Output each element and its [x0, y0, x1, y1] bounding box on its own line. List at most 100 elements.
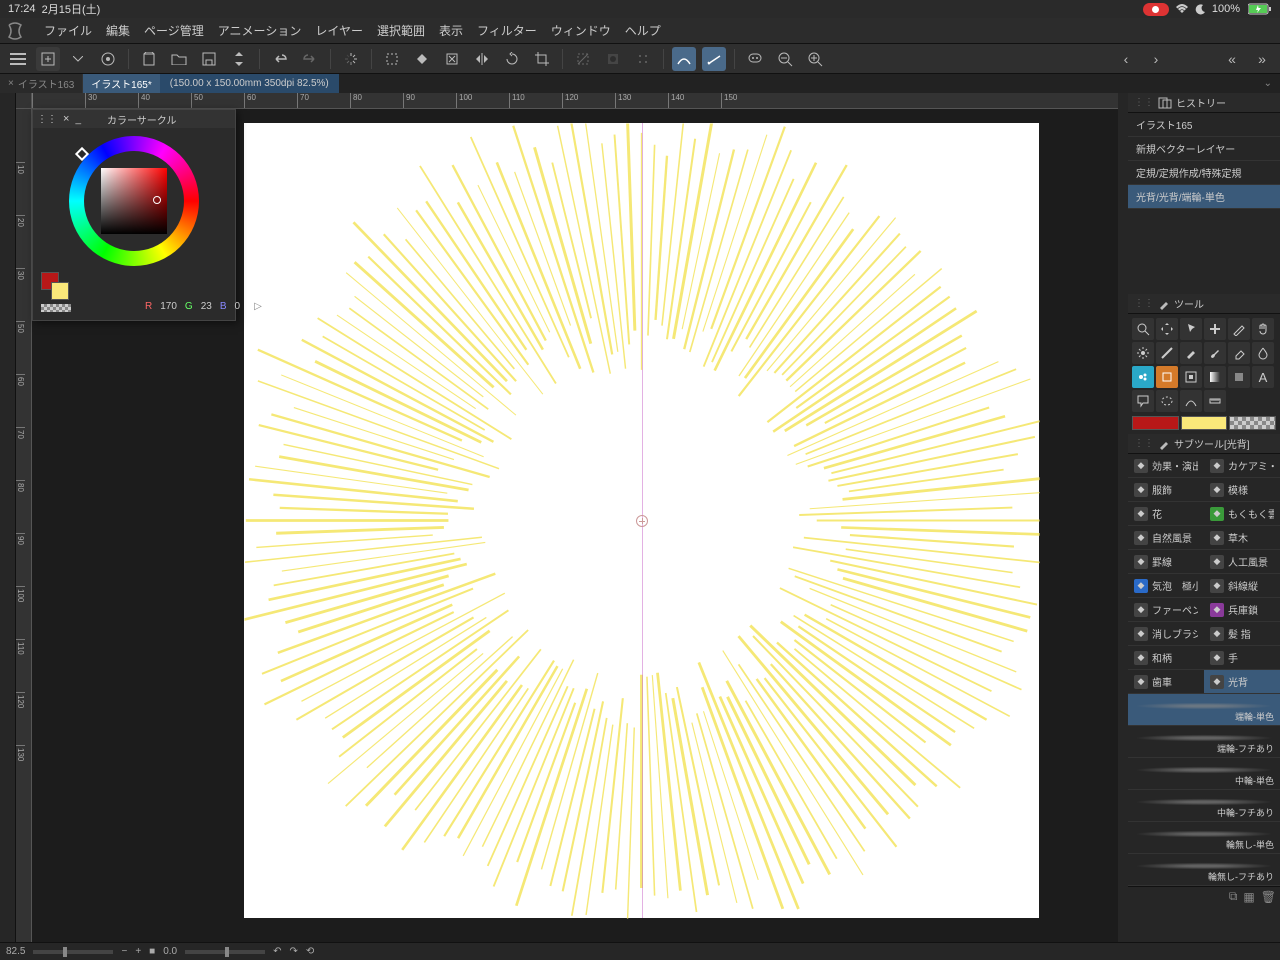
zoom-out-button[interactable] — [773, 47, 797, 71]
subtool-cat[interactable]: ◆髪 指 — [1204, 622, 1280, 646]
tool-eraser[interactable] — [1228, 342, 1250, 364]
history-item[interactable]: 新規ベクターレイヤー — [1128, 137, 1280, 161]
loading-icon[interactable] — [339, 47, 363, 71]
subtool-cat[interactable]: ◆気泡 極小 — [1128, 574, 1204, 598]
updown-icon[interactable] — [227, 47, 251, 71]
panel-expand-right-icon[interactable]: » — [1250, 47, 1274, 71]
tool-balloon[interactable] — [1132, 390, 1154, 412]
tool-blend[interactable] — [1252, 342, 1274, 364]
subtool-cat[interactable]: ◆消しブラシ — [1128, 622, 1204, 646]
tool-frame[interactable] — [1180, 366, 1202, 388]
flip-button[interactable] — [470, 47, 494, 71]
tool-select[interactable] — [1156, 390, 1178, 412]
menu-help[interactable]: ヘルプ — [625, 22, 661, 39]
menu-window[interactable]: ウィンドウ — [551, 22, 611, 39]
open-file-button[interactable] — [137, 47, 161, 71]
subtool-cat[interactable]: ◆兵庫鎖 — [1204, 598, 1280, 622]
play-icon[interactable]: ▷ — [254, 301, 262, 312]
zoom-plus[interactable]: + — [135, 946, 141, 957]
tab-inactive[interactable]: × イラスト163 — [0, 74, 83, 93]
tool-ruler[interactable] — [1204, 390, 1226, 412]
trash-icon[interactable]: 🗑 — [1261, 890, 1276, 904]
tool-decoration[interactable] — [1132, 366, 1154, 388]
bg-swatch[interactable] — [1181, 416, 1228, 430]
transparent-swatch[interactable] — [1229, 416, 1276, 430]
sv-box[interactable] — [101, 168, 167, 234]
subtool-cat[interactable]: ◆歯車 — [1128, 670, 1204, 694]
subtool-cat[interactable]: ◆服飾 — [1128, 478, 1204, 502]
tool-hand[interactable] — [1252, 318, 1274, 340]
target-icon[interactable] — [96, 47, 120, 71]
tool-move[interactable] — [1156, 318, 1178, 340]
close-icon[interactable]: × — [63, 113, 69, 125]
tool-gradient[interactable] — [1204, 366, 1226, 388]
hamburger-icon[interactable] — [6, 47, 30, 71]
tool-pen3[interactable] — [1180, 342, 1202, 364]
menu-page[interactable]: ページ管理 — [144, 22, 204, 39]
new-file-button[interactable] — [36, 47, 60, 71]
crop-button[interactable] — [530, 47, 554, 71]
history-item[interactable]: イラスト165 — [1128, 113, 1280, 137]
subtool-panel-header[interactable]: ⋮⋮ サブツール[光背] — [1128, 434, 1280, 454]
transparent-swatch-small[interactable] — [41, 304, 71, 312]
subtool-cat[interactable]: ◆効果・演出 — [1128, 454, 1204, 478]
dialog-icon[interactable] — [743, 47, 767, 71]
save-button[interactable] — [197, 47, 221, 71]
bg-color-swatch[interactable] — [51, 282, 69, 300]
history-panel-header[interactable]: ⋮⋮ ヒストリー — [1128, 93, 1280, 113]
brush-item[interactable]: 輪無し-フチあり — [1128, 854, 1280, 886]
brush-item[interactable]: 輪無し-単色 — [1128, 822, 1280, 854]
brush-item[interactable]: 中輪-フチあり — [1128, 790, 1280, 822]
zoom-minus[interactable]: − — [121, 946, 127, 957]
subtool-cat[interactable]: ◆斜線縦 — [1204, 574, 1280, 598]
tool-figure[interactable] — [1156, 366, 1178, 388]
color-wheel[interactable] — [69, 136, 199, 266]
subtool-cat[interactable]: ◆自然風景 — [1128, 526, 1204, 550]
fill-button[interactable] — [410, 47, 434, 71]
panel-expand-left-icon[interactable]: « — [1220, 47, 1244, 71]
tool-line[interactable] — [1156, 342, 1178, 364]
color-panel-titlebar[interactable]: ⋮⋮ × _ カラーサークル — [33, 110, 235, 128]
fg-swatch[interactable] — [1132, 416, 1179, 430]
subtool-cat[interactable]: ◆光背 — [1204, 670, 1280, 694]
history-item[interactable]: 定規/定規作成/特殊定規 — [1128, 161, 1280, 185]
mask-button[interactable] — [601, 47, 625, 71]
rotate-ccw-icon[interactable]: ↶ — [273, 946, 281, 957]
tool-curve[interactable] — [1180, 390, 1202, 412]
redo-button[interactable] — [298, 47, 322, 71]
subtool-cat[interactable]: ◆罫線 — [1128, 550, 1204, 574]
tool-operation[interactable] — [1180, 318, 1202, 340]
collapse-left-icon[interactable]: ‹ — [1114, 47, 1138, 71]
brush-item[interactable]: 端輪-単色 — [1128, 694, 1280, 726]
undo-button[interactable] — [268, 47, 292, 71]
tool-layermove[interactable] — [1204, 318, 1226, 340]
zoom-slider[interactable] — [33, 950, 113, 954]
tool-text[interactable]: A — [1252, 366, 1274, 388]
color-circle-panel[interactable]: ⋮⋮ × _ カラーサークル R170 G23 B0 ▷ — [32, 109, 236, 321]
rotate-button[interactable] — [500, 47, 524, 71]
menu-filter[interactable]: フィルター — [477, 22, 537, 39]
subtool-cat[interactable]: ◆人工風景 — [1204, 550, 1280, 574]
subtool-cat[interactable]: ◆ファーペン — [1128, 598, 1204, 622]
app-logo-icon[interactable] — [6, 22, 24, 40]
subtool-cat[interactable]: ◆草木 — [1204, 526, 1280, 550]
tool-brush[interactable] — [1204, 342, 1226, 364]
tone-button[interactable] — [631, 47, 655, 71]
subtool-cat[interactable]: ◆模様 — [1204, 478, 1280, 502]
duplicate-icon[interactable]: ⧉ — [1229, 889, 1238, 904]
menu-file[interactable]: ファイル — [44, 22, 92, 39]
menu-view[interactable]: 表示 — [439, 22, 463, 39]
tool-light[interactable] — [1132, 342, 1154, 364]
clear-button[interactable] — [380, 47, 404, 71]
snap-special-button[interactable] — [702, 47, 726, 71]
scale-button[interactable] — [440, 47, 464, 71]
minimize-icon[interactable]: _ — [75, 114, 81, 125]
tool-pen2[interactable] — [1228, 318, 1250, 340]
angle-slider[interactable] — [185, 950, 265, 954]
rotate-reset-icon[interactable]: ⟲ — [306, 946, 314, 957]
menu-selection[interactable]: 選択範囲 — [377, 22, 425, 39]
sv-cursor[interactable] — [153, 196, 161, 204]
brush-item[interactable]: 端輪-フチあり — [1128, 726, 1280, 758]
tools-panel-header[interactable]: ⋮⋮ ツール — [1128, 294, 1280, 314]
add-icon[interactable]: ▦ — [1243, 890, 1254, 904]
